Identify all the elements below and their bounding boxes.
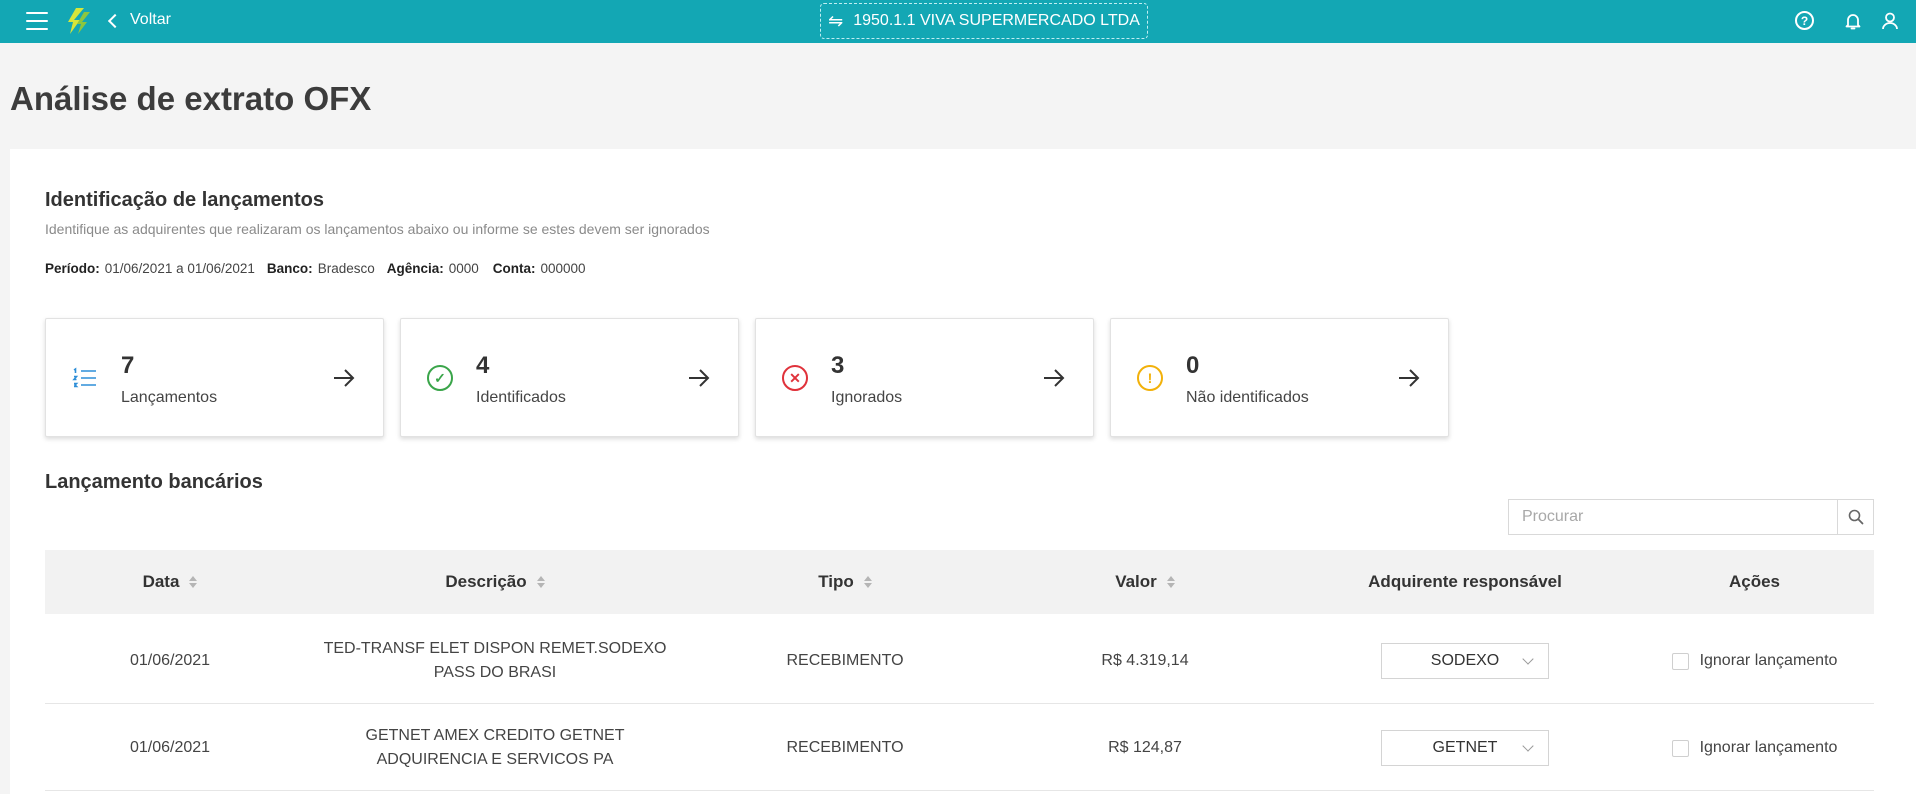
row-type: RECEBIMENTO <box>786 739 904 756</box>
stat-label: Ignorados <box>831 389 903 406</box>
arrow-right-icon <box>334 369 355 387</box>
row-date: 01/06/2021 <box>129 652 211 669</box>
row-value: R$ 4.319,14 <box>1101 652 1189 669</box>
row-description: TED-TRANSF ELET DISPON REMET.SODEXO PASS… <box>295 618 695 704</box>
stat-card-entries[interactable]: 7 Lançamentos <box>45 318 384 437</box>
sort-icon <box>189 576 198 588</box>
column-header-label: Tipo <box>818 572 854 591</box>
description-line: ADQUIRENCIA E SERVICOS PA <box>376 751 614 768</box>
column-header-label: Ações <box>1728 572 1781 591</box>
back-label: Voltar <box>130 11 171 28</box>
list-icon <box>72 367 96 388</box>
chevron-down-icon <box>1522 653 1534 665</box>
search-icon <box>1848 509 1863 525</box>
row-value: R$ 124,87 <box>1108 739 1182 756</box>
row-actions-cell: Ignorar lançamento <box>1635 618 1874 704</box>
description-line: TED-TRANSF ELET DISPON REMET.SODEXO <box>323 640 667 657</box>
sort-icon <box>536 576 545 588</box>
column-header-label: Descrição <box>445 572 527 591</box>
stat-label: Não identificados <box>1186 389 1309 406</box>
agency-label: Agência: <box>386 261 444 276</box>
content-card: Identificação de lançamentos Identifique… <box>10 149 1916 794</box>
acquirer-selected: GETNET <box>1432 739 1498 756</box>
swap-icon: ⇋ <box>828 10 844 31</box>
stat-card-identified[interactable]: ✓ 4 Identificados <box>400 318 739 437</box>
identification-title: Identificação de lançamentos <box>45 189 324 211</box>
x-circle-icon: ✕ <box>782 365 808 391</box>
arrow-right-icon <box>1044 369 1065 387</box>
checkbox-box[interactable] <box>1671 652 1689 670</box>
statement-meta: Período: 01/06/2021 a 01/06/2021 Banco: Br… <box>45 261 598 276</box>
table-row: 01/06/2021 TED-TRANSF ELET DISPON REMET.… <box>45 618 1874 704</box>
sort-icon <box>863 576 872 588</box>
period-label: Período: <box>45 261 100 276</box>
bank-value: Bradesco <box>317 261 375 276</box>
top-bar: Voltar ⇋ 1950.1.1 VIVA SUPERMERCADO LTDA… <box>0 0 1916 43</box>
column-header-acquirer: Adquirente responsável <box>1295 550 1635 614</box>
stat-label: Identificados <box>476 389 566 406</box>
stats-row: 7 Lançamentos ✓ 4 Identificados ✕ 3 Igno… <box>45 318 1449 437</box>
bell-icon[interactable] <box>1843 11 1863 31</box>
agency-value: 0000 <box>448 261 479 276</box>
column-header-label: Adquirente responsável <box>1368 572 1562 591</box>
logo-icon <box>68 8 90 34</box>
stat-value: 7 <box>121 352 135 379</box>
page-title: Análise de extrato OFX <box>10 80 372 117</box>
stat-card-unidentified[interactable]: ! 0 Não identificados <box>1110 318 1449 437</box>
table-header: Data Descrição Tipo Valor Adquirente res… <box>45 550 1874 614</box>
company-name: 1950.1.1 VIVA SUPERMERCADO LTDA <box>853 12 1140 29</box>
row-date: 01/06/2021 <box>129 739 211 756</box>
search-box <box>1508 499 1874 535</box>
ignore-checkbox[interactable]: Ignorar lançamento <box>1671 649 1838 673</box>
stat-label: Lançamentos <box>121 389 218 406</box>
column-header-label: Valor <box>1115 572 1157 591</box>
ignore-checkbox[interactable]: Ignorar lançamento <box>1671 736 1838 760</box>
stat-value: 0 <box>1186 352 1200 379</box>
sort-icon <box>1166 576 1175 588</box>
table-row: 01/06/2021 GETNET AMEX CREDITO GETNET AD… <box>45 705 1874 791</box>
arrow-right-icon <box>1399 369 1420 387</box>
menu-icon[interactable] <box>26 12 48 30</box>
stat-value: 4 <box>476 352 490 379</box>
account-label: Conta: <box>492 261 536 276</box>
row-description: GETNET AMEX CREDITO GETNET ADQUIRENCIA E… <box>295 705 695 791</box>
stat-value: 3 <box>831 352 845 379</box>
period-value: 01/06/2021 a 01/06/2021 <box>104 261 255 276</box>
company-selector[interactable]: ⇋ 1950.1.1 VIVA SUPERMERCADO LTDA <box>820 3 1148 39</box>
description-line: PASS DO BRASI <box>433 664 557 681</box>
arrow-right-icon <box>689 369 710 387</box>
column-header-value[interactable]: Valor <box>995 550 1295 614</box>
chevron-down-icon <box>1522 740 1534 752</box>
row-type: RECEBIMENTO <box>786 652 904 669</box>
warning-circle-icon: ! <box>1137 365 1163 391</box>
check-circle-icon: ✓ <box>427 365 453 391</box>
account-value: 000000 <box>540 261 586 276</box>
column-header-actions: Ações <box>1635 550 1874 614</box>
column-header-description[interactable]: Descrição <box>295 550 695 614</box>
ignore-label: Ignorar lançamento <box>1699 739 1838 756</box>
description-line: GETNET AMEX CREDITO GETNET <box>365 727 625 744</box>
bank-entries-title: Lançamento bancários <box>45 471 263 493</box>
identification-subtitle: Identifique as adquirentes que realizara… <box>45 221 710 237</box>
search-button[interactable] <box>1837 500 1873 534</box>
column-header-label: Data <box>142 572 180 591</box>
row-acquirer-cell: GETNET <box>1295 705 1635 791</box>
stat-card-ignored[interactable]: ✕ 3 Ignorados <box>755 318 1094 437</box>
ignore-label: Ignorar lançamento <box>1699 652 1838 669</box>
back-button[interactable]: Voltar <box>107 11 171 29</box>
acquirer-select[interactable]: GETNET <box>1381 730 1549 766</box>
acquirer-selected: SODEXO <box>1430 652 1500 669</box>
acquirer-select[interactable]: SODEXO <box>1381 643 1549 679</box>
bank-label: Banco: <box>266 261 313 276</box>
chevron-left-icon <box>107 13 123 28</box>
help-icon[interactable]: ? <box>1795 11 1814 30</box>
column-header-date[interactable]: Data <box>45 550 295 614</box>
row-actions-cell: Ignorar lançamento <box>1635 705 1874 791</box>
checkbox-box[interactable] <box>1671 739 1689 757</box>
row-acquirer-cell: SODEXO <box>1295 618 1635 704</box>
user-icon[interactable] <box>1880 11 1900 31</box>
column-header-type[interactable]: Tipo <box>695 550 995 614</box>
search-input[interactable] <box>1509 500 1837 534</box>
